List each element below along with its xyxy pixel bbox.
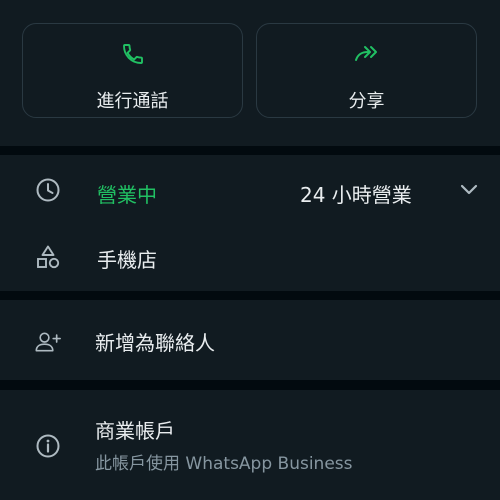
info-icon [35, 433, 61, 459]
share-button[interactable]: 分享 [256, 23, 477, 118]
add-person-icon [35, 329, 61, 355]
hours-detail: 24 小時營業 [300, 183, 412, 207]
open-status: 營業中 [97, 183, 157, 207]
category-shapes-icon [35, 244, 61, 270]
business-account-panel: 商業帳戶 此帳戶使用 WhatsApp Business [0, 390, 500, 500]
call-label: 進行通話 [96, 91, 169, 112]
share-icon [257, 41, 476, 67]
chevron-down-icon[interactable] [456, 177, 482, 203]
business-info-panel: 營業中 24 小時營業 手機店 [0, 155, 500, 291]
contact-panel: 新增為聯絡人 [0, 300, 500, 380]
actions-panel: 進行通話 分享 [0, 0, 500, 146]
clock-icon [35, 177, 61, 203]
business-account-title: 商業帳戶 [95, 419, 175, 443]
add-contact-label: 新增為聯絡人 [95, 331, 215, 355]
category-label: 手機店 [97, 248, 157, 272]
call-button[interactable]: 進行通話 [22, 23, 243, 118]
business-account-subtitle: 此帳戶使用 WhatsApp Business [95, 454, 353, 474]
phone-icon [23, 41, 242, 67]
share-label: 分享 [348, 91, 385, 112]
